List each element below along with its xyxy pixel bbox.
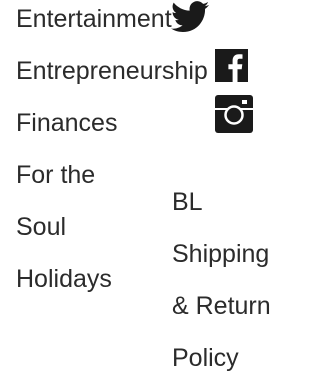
list-item: Shipping (172, 228, 271, 280)
policy-line-policy[interactable]: Policy (172, 332, 271, 381)
category-link-entrepreneurship[interactable]: Entrepreneurship (16, 45, 208, 97)
list-item: BL (172, 176, 271, 228)
policy-line-return[interactable]: & Return (172, 280, 271, 332)
policy-link: BL Shipping & Return Policy (172, 176, 271, 381)
list-item: Policy (172, 332, 271, 381)
policy-line-bl[interactable]: BL (172, 176, 271, 228)
instagram-icon[interactable] (215, 95, 253, 133)
category-link-finances[interactable]: Finances (16, 97, 208, 149)
policy-line-shipping[interactable]: Shipping (172, 228, 271, 280)
facebook-icon[interactable] (215, 49, 248, 82)
list-item: Finances (16, 97, 208, 149)
list-item: Entrepreneurship (16, 45, 208, 97)
list-item: & Return (172, 280, 271, 332)
twitter-icon[interactable] (171, 0, 209, 34)
